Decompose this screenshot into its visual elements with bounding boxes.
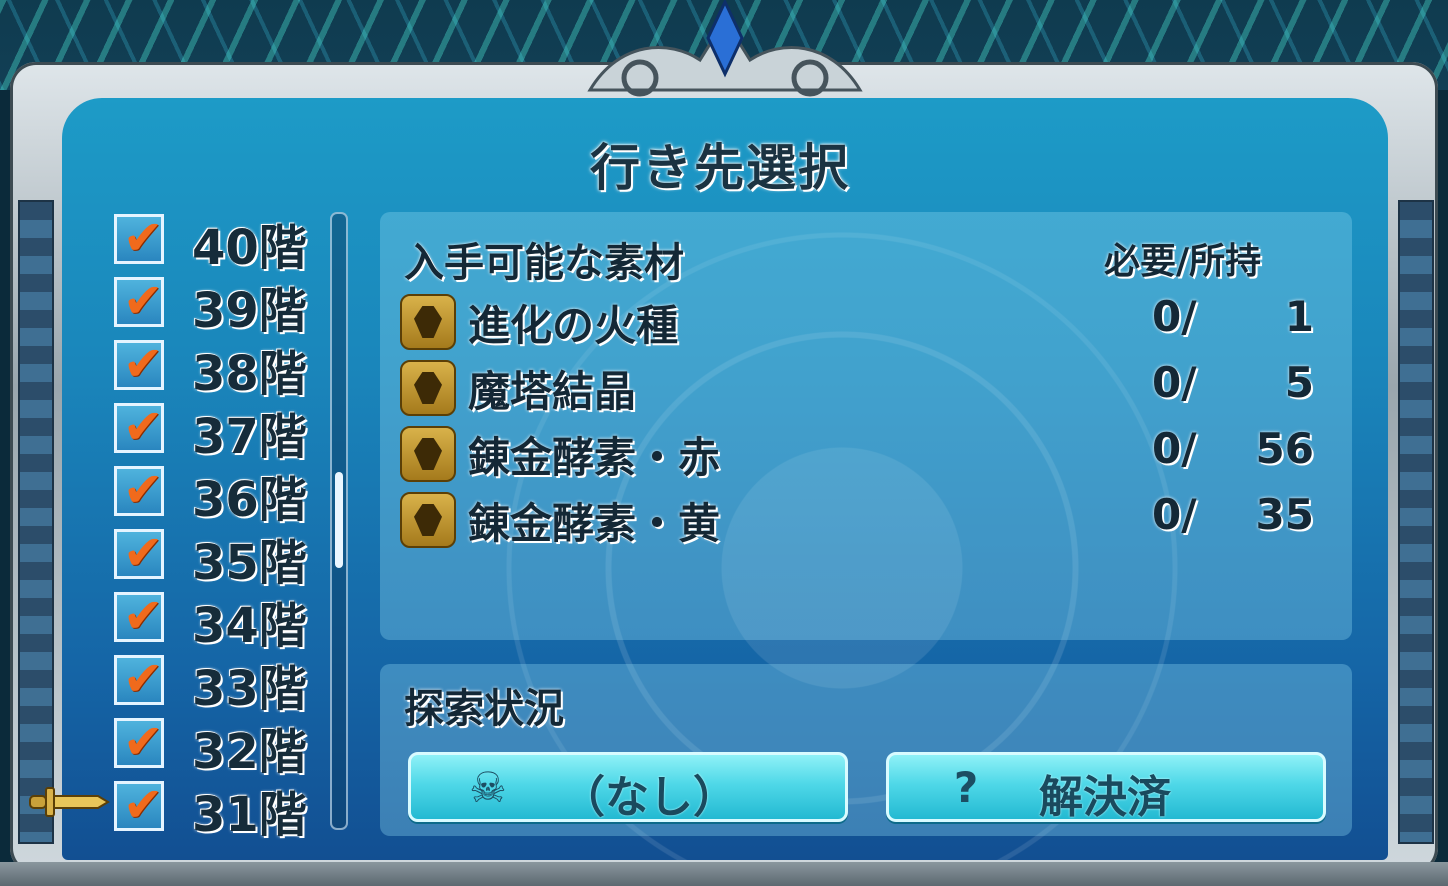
event-status-button[interactable]: ? 解決済: [886, 752, 1326, 823]
materials-panel: 入手可能な素材 必要/所持 進化の火種 0/ 1 魔塔結晶 0/ 5 錬金酵素・…: [380, 212, 1352, 640]
event-status-label: 解決済: [1039, 772, 1171, 823]
crystal-icon: [400, 294, 456, 350]
floor-checkbox[interactable]: ✔: [114, 273, 164, 329]
floor-item[interactable]: ✔ 36階: [110, 460, 330, 528]
scrollbar-thumb[interactable]: [335, 472, 343, 568]
floor-label: 40階: [192, 220, 307, 276]
frame-right-ornament: [1398, 200, 1434, 844]
status-heading: 探索状況: [404, 686, 564, 732]
check-icon: ✔: [123, 462, 164, 518]
material-name: 錬金酵素・黄: [468, 499, 721, 548]
floor-checkbox[interactable]: ✔: [114, 714, 164, 770]
floor-item[interactable]: ✔ 38階: [110, 334, 330, 402]
material-name: 錬金酵素・赤: [468, 433, 721, 482]
floor-checkbox[interactable]: ✔: [114, 462, 164, 518]
floor-item[interactable]: ✔ 35階: [110, 523, 330, 591]
crystal-icon: [400, 426, 456, 482]
floor-label: 34階: [192, 598, 307, 654]
floor-checkbox[interactable]: ✔: [114, 777, 164, 833]
crystal-icon: [400, 492, 456, 548]
floor-label: 31階: [192, 787, 307, 843]
floor-label: 32階: [192, 724, 307, 780]
dialog-title: 行き先選択: [590, 139, 850, 197]
floor-item[interactable]: ✔ 40階: [110, 208, 330, 276]
material-required: 0/: [1152, 424, 1197, 473]
crystal-icon: [400, 360, 456, 416]
check-icon: ✔: [123, 525, 164, 581]
floor-item[interactable]: ✔ 37階: [110, 397, 330, 465]
floor-checkbox[interactable]: ✔: [114, 336, 164, 392]
material-owned: 1: [1284, 292, 1314, 341]
material-name: 進化の火種: [468, 301, 679, 350]
check-icon: ✔: [123, 588, 164, 644]
material-name: 魔塔結晶: [468, 367, 637, 416]
floor-item[interactable]: ✔ 39階: [110, 271, 330, 339]
check-icon: ✔: [123, 714, 164, 770]
floor-scrollbar[interactable]: [330, 212, 348, 830]
material-row: 錬金酵素・赤 0/ 56: [400, 424, 1340, 486]
floor-checkbox[interactable]: ✔: [114, 525, 164, 581]
material-owned: 5: [1284, 358, 1314, 407]
floor-item[interactable]: ✔ 32階: [110, 712, 330, 780]
monster-status-button[interactable]: ☠ （なし）: [408, 752, 848, 823]
floor-checkbox[interactable]: ✔: [114, 588, 164, 644]
floor-label: 35階: [192, 535, 307, 591]
material-owned: 35: [1255, 490, 1314, 539]
monster-status-label: （なし）: [561, 772, 737, 823]
floor-label: 38階: [192, 346, 307, 402]
floor-label: 39階: [192, 283, 307, 339]
crest-ornament: [587, 0, 863, 97]
material-row: 進化の火種 0/ 1: [400, 292, 1340, 354]
floor-checkbox[interactable]: ✔: [114, 651, 164, 707]
monster-icon: ☠: [469, 763, 507, 812]
material-row: 錬金酵素・黄 0/ 35: [400, 490, 1340, 552]
floor-item[interactable]: ✔ 33階: [110, 649, 330, 717]
required-owned-header: 必要/所持: [1104, 241, 1262, 282]
material-owned: 56: [1255, 424, 1314, 473]
question-icon: ?: [953, 763, 979, 812]
material-row: 魔塔結晶 0/ 5: [400, 358, 1340, 420]
floor-label: 33階: [192, 661, 307, 717]
bottom-frame-bar: [0, 862, 1448, 886]
frame-left-ornament: [18, 200, 54, 844]
check-icon: ✔: [123, 777, 164, 833]
floor-item[interactable]: ✔ 34階: [110, 586, 330, 654]
exploration-status-panel: 探索状況 ☠ （なし） ? 解決済: [380, 664, 1352, 836]
material-required: 0/: [1152, 358, 1197, 407]
floor-label: 36階: [192, 472, 307, 528]
floor-label: 37階: [192, 409, 307, 465]
sword-cursor-icon: [29, 787, 110, 817]
check-icon: ✔: [123, 651, 164, 707]
material-required: 0/: [1152, 292, 1197, 341]
check-icon: ✔: [123, 336, 164, 392]
floor-checkbox[interactable]: ✔: [114, 210, 164, 266]
materials-heading: 入手可能な素材: [404, 240, 684, 286]
check-icon: ✔: [123, 399, 164, 455]
check-icon: ✔: [123, 273, 164, 329]
floor-item-selected[interactable]: ✔ 31階: [110, 775, 330, 843]
material-required: 0/: [1152, 490, 1197, 539]
check-icon: ✔: [123, 210, 164, 266]
floor-checkbox[interactable]: ✔: [114, 399, 164, 455]
